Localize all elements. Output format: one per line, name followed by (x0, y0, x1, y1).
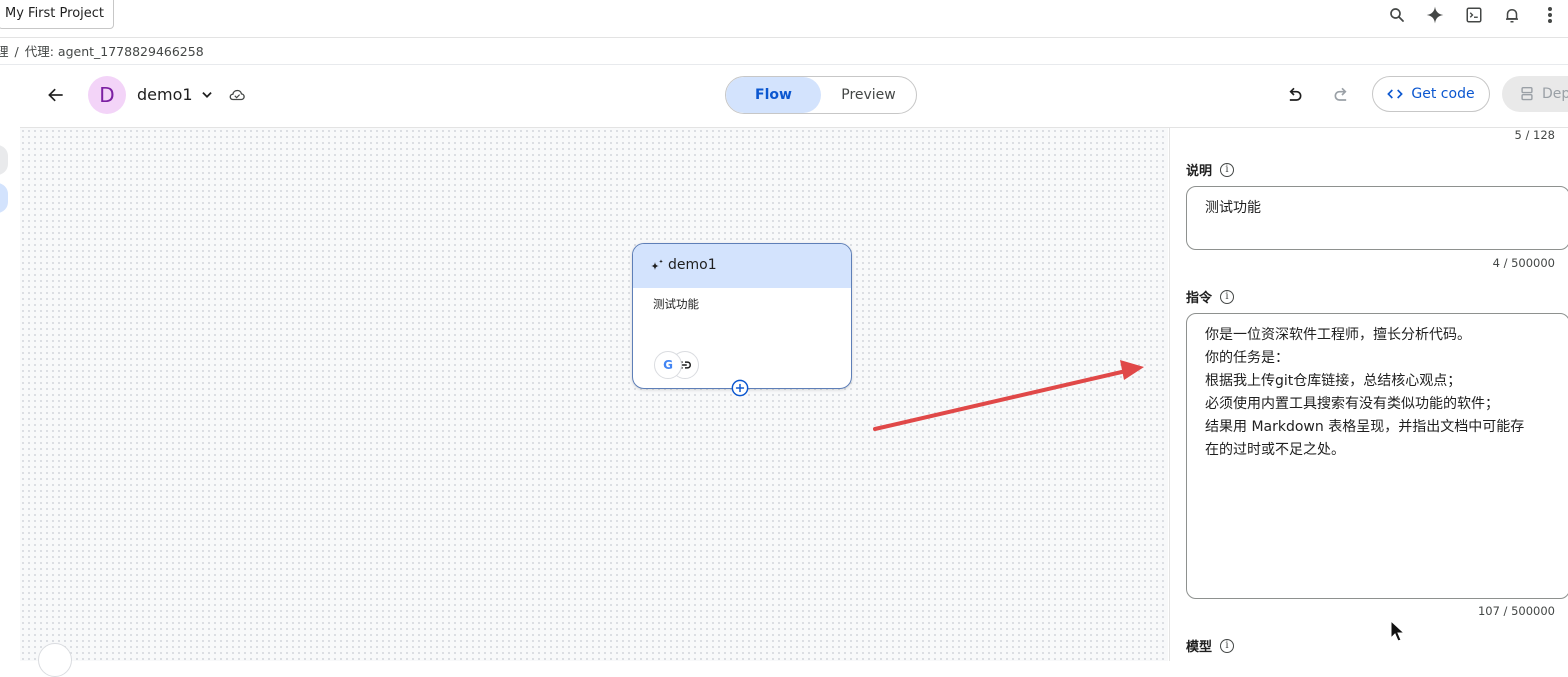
breadcrumb-separator: / (14, 44, 19, 59)
info-icon[interactable]: i (1220, 289, 1235, 304)
description-label-row: 说明 i (1186, 160, 1235, 179)
terminal-icon[interactable] (1462, 4, 1486, 26)
get-code-button[interactable]: Get code (1372, 76, 1490, 112)
chevron-down-icon[interactable] (200, 83, 216, 107)
fit-view-button[interactable] (38, 643, 72, 677)
view-toggle: Flow Preview (725, 76, 917, 114)
tab-flow[interactable]: Flow (726, 77, 821, 113)
mouse-cursor-icon (1390, 620, 1406, 642)
agent-node-description: 测试功能 (653, 297, 699, 311)
info-icon[interactable]: i (1220, 162, 1235, 177)
flow-canvas[interactable]: demo1 测试功能 G (20, 128, 1168, 677)
google-icon[interactable]: G (654, 351, 682, 379)
agent-node[interactable]: demo1 测试功能 G (632, 243, 852, 397)
breadcrumb: 理 / 代理: agent_1778829466258 (0, 38, 204, 65)
spark-icon[interactable] (1423, 4, 1447, 26)
left-rail (0, 65, 20, 661)
description-char-counter: 4 / 500000 (1492, 256, 1555, 270)
name-char-counter: 5 / 128 (1514, 128, 1555, 142)
deploy-button[interactable]: Depl (1502, 76, 1568, 112)
instructions-input[interactable]: 你是一位资深软件工程师，擅长分析代码。 你的任务是： 根据我上传git仓库链接，… (1186, 313, 1568, 599)
agent-name[interactable]: demo1 (137, 84, 193, 106)
tab-preview[interactable]: Preview (821, 77, 916, 113)
description-input[interactable]: 测试功能 (1186, 186, 1568, 250)
annotation-arrow (873, 360, 1144, 431)
cloud-saved-icon (228, 85, 248, 105)
breadcrumb-item-current: 代理: agent_1778829466258 (24, 44, 204, 59)
more-vert-icon[interactable] (1538, 4, 1562, 26)
project-selector-button[interactable]: My First Project (0, 0, 114, 29)
bell-icon[interactable] (1500, 4, 1524, 26)
search-icon[interactable] (1385, 4, 1409, 26)
agent-config-panel: 5 / 128 说明 i 测试功能 4 / 500000 指令 i 你是一位资深… (1169, 128, 1568, 661)
deploy-label: Depl (1542, 86, 1568, 102)
model-label: 模型 (1186, 640, 1213, 655)
description-label: 说明 (1186, 164, 1213, 179)
agent-node-header: demo1 (633, 244, 851, 288)
undo-icon[interactable] (1282, 83, 1306, 107)
add-circle-icon[interactable] (731, 379, 749, 397)
rail-item[interactable] (0, 145, 8, 175)
redo-icon[interactable] (1330, 83, 1354, 107)
rail-item-active[interactable] (0, 183, 8, 213)
get-code-label: Get code (1411, 86, 1475, 102)
breadcrumb-item-parent[interactable]: 理 (0, 44, 9, 59)
sparkle-icon (651, 259, 663, 270)
model-label-row: 模型 i (1186, 636, 1235, 655)
back-arrow-icon[interactable] (42, 81, 70, 109)
server-icon (1521, 86, 1533, 101)
code-icon (1387, 89, 1404, 99)
instructions-label: 指令 (1186, 291, 1213, 306)
agent-node-title: demo1 (668, 257, 717, 273)
instructions-char-counter: 107 / 500000 (1477, 604, 1555, 618)
top-bar: My First Project (0, 0, 1568, 38)
info-icon[interactable]: i (1220, 638, 1235, 653)
instructions-label-row: 指令 i (1186, 287, 1235, 306)
avatar: D (88, 76, 126, 114)
agent-header: D demo1 Flow Preview Get code Depl (20, 65, 1568, 128)
